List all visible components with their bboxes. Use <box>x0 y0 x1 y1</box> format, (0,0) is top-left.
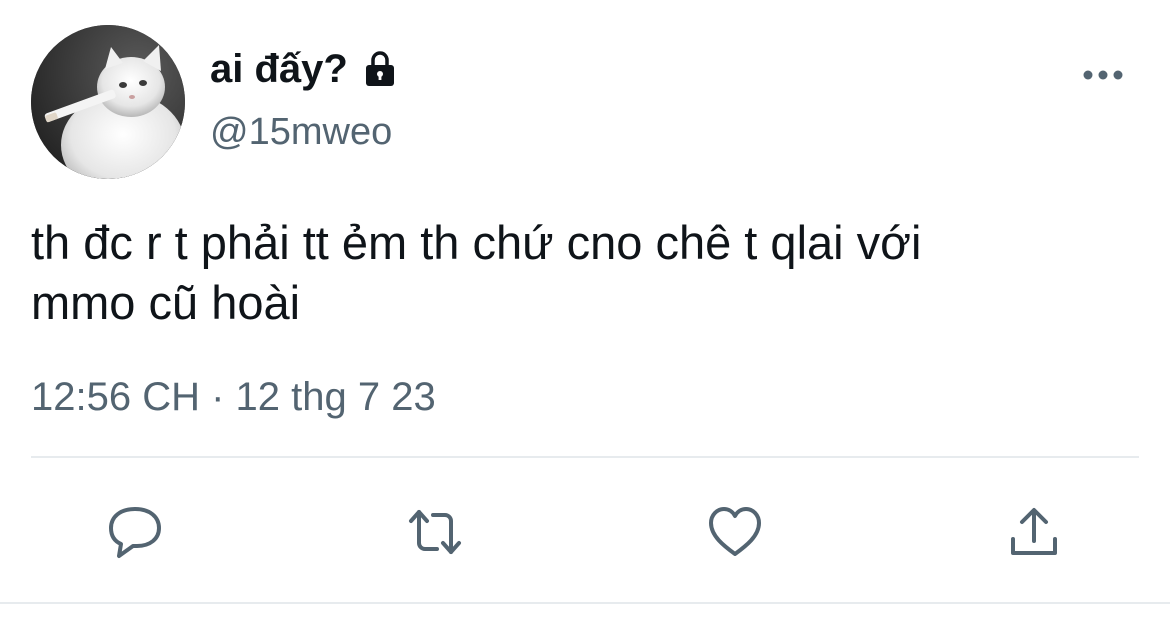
user-handle[interactable]: @15mweo <box>210 111 392 154</box>
tweet-time: 12:56 CH <box>31 375 200 419</box>
retweet-button[interactable] <box>403 500 467 564</box>
tweet-date: 12 thg 7 23 <box>235 375 436 419</box>
avatar[interactable] <box>31 25 185 179</box>
tweet-text: th đc r t phải tt ẻm th chứ cno chê t ql… <box>31 216 922 329</box>
reply-button[interactable] <box>103 500 167 564</box>
divider <box>31 456 1139 458</box>
more-options-button[interactable] <box>1080 60 1126 90</box>
white-kitten-avatar <box>31 25 185 179</box>
divider <box>0 602 1170 604</box>
heart-icon <box>709 507 761 556</box>
author-name-row: ai đấy? <box>210 44 400 94</box>
more-icon <box>1083 70 1123 80</box>
like-button[interactable] <box>703 500 767 564</box>
retweet-icon <box>409 510 461 554</box>
reply-icon <box>109 507 161 558</box>
timestamp[interactable]: 12:56 CH · 12 thg 7 23 <box>31 372 436 422</box>
share-button[interactable] <box>1002 500 1066 564</box>
separator-dot: · <box>199 375 236 419</box>
display-name[interactable]: ai đấy? <box>210 49 348 89</box>
lock-icon <box>365 51 394 86</box>
share-icon <box>1011 508 1057 555</box>
